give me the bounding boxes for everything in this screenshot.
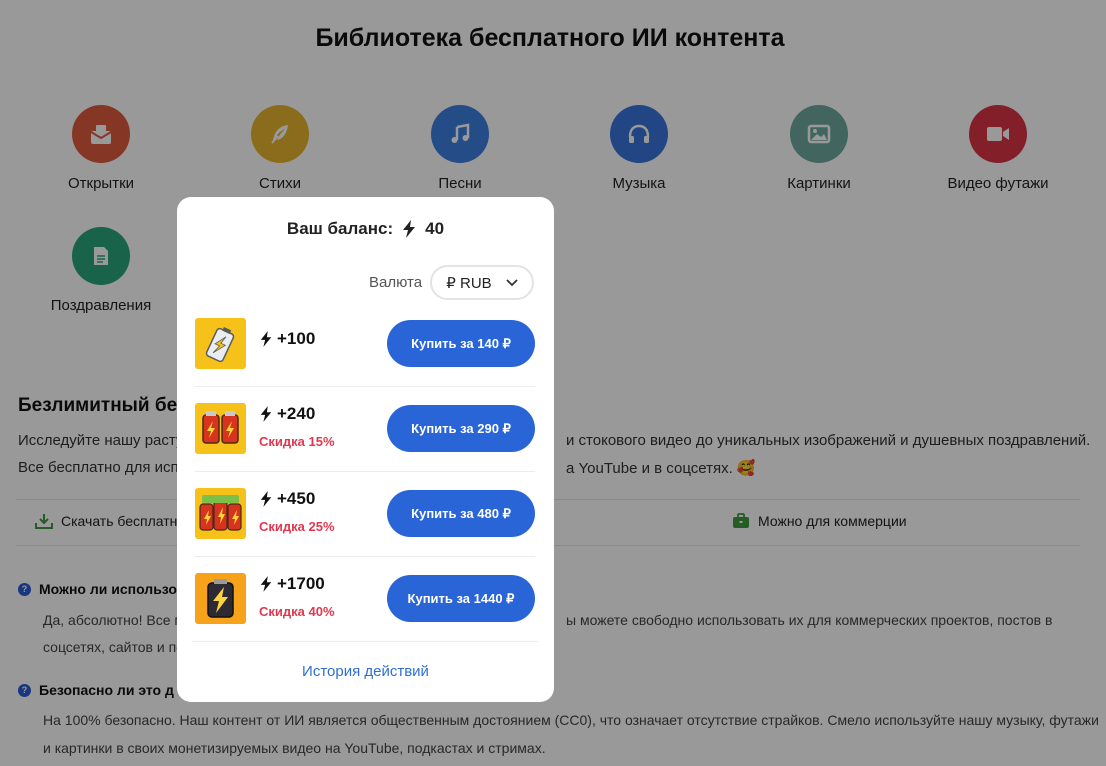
- package-discount: Скидка 25%: [259, 519, 335, 534]
- balance-modal: Ваш баланс: 40 Валюта ₽ RUB +100 Купить …: [177, 197, 554, 702]
- battery-image: [195, 573, 246, 624]
- package-amount: +100: [259, 329, 315, 349]
- package-row: +450 Скидка 25% Купить за 480 ₽: [195, 472, 535, 557]
- currency-select[interactable]: ₽ RUB: [430, 265, 534, 300]
- package-amount: +450: [259, 489, 315, 509]
- package-amount-value: +240: [277, 404, 316, 423]
- package-amount-value: +100: [277, 329, 316, 348]
- package-discount: Скидка 40%: [259, 604, 335, 619]
- chevron-down-icon: [506, 278, 518, 286]
- lightning-icon: [260, 491, 272, 507]
- package-row: +100 Купить за 140 ₽: [195, 302, 535, 387]
- currency-value: ₽ RUB: [446, 274, 492, 292]
- package-row: +240 Скидка 15% Купить за 290 ₽: [195, 387, 535, 472]
- lightning-icon: [403, 220, 416, 238]
- balance-label: Ваш баланс:: [286, 219, 394, 238]
- lightning-icon: [260, 576, 272, 592]
- balance-value: 40: [425, 219, 445, 238]
- package-discount: Скидка 15%: [259, 434, 335, 449]
- buy-button[interactable]: Купить за 1440 ₽: [387, 575, 535, 622]
- lightning-icon: [260, 406, 272, 422]
- package-row: +1700 Скидка 40% Купить за 1440 ₽: [192, 557, 538, 642]
- buy-button[interactable]: Купить за 480 ₽: [387, 490, 535, 537]
- buy-button[interactable]: Купить за 290 ₽: [387, 405, 535, 452]
- package-amount: +240: [259, 404, 315, 424]
- battery-image: [195, 403, 246, 454]
- package-amount-value: +450: [277, 489, 316, 508]
- battery-image: [195, 318, 246, 369]
- buy-button[interactable]: Купить за 140 ₽: [387, 320, 535, 367]
- divider: [192, 641, 538, 642]
- package-amount: +1700: [259, 574, 325, 594]
- battery-image: [195, 488, 246, 539]
- balance-header: Ваш баланс: 40: [177, 219, 554, 239]
- history-link[interactable]: История действий: [177, 663, 554, 680]
- package-amount-value: +1700: [277, 574, 325, 593]
- currency-label: Валюта: [369, 274, 423, 291]
- lightning-icon: [260, 331, 272, 347]
